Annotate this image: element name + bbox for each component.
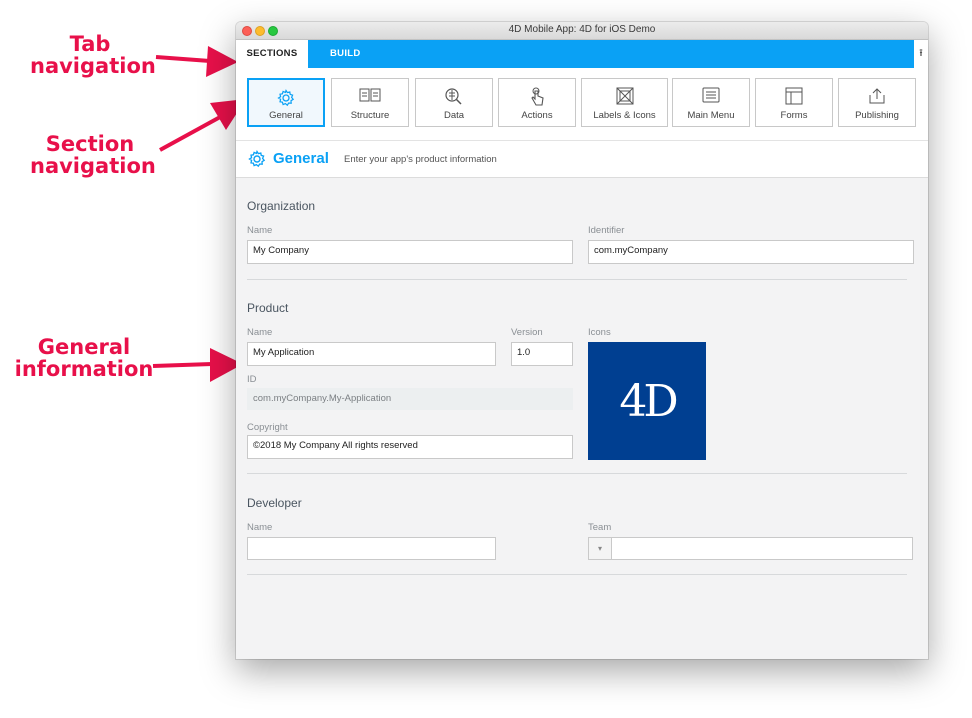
window-title: 4D Mobile App: 4D for iOS Demo	[508, 24, 656, 35]
section-general-button[interactable]: General	[247, 78, 325, 127]
org-name-label: Name	[247, 225, 273, 236]
identifier-label: Identifier	[588, 225, 625, 236]
tab-bar: SECTIONS BUILD ⭱	[236, 40, 928, 68]
section-actions-button[interactable]: Actions	[498, 78, 576, 127]
section-label: Structure	[350, 110, 390, 121]
copyright-field[interactable]: ©2018 My Company All rights reserved	[247, 435, 573, 459]
section-publishing-button[interactable]: Publishing	[838, 78, 916, 127]
tap-hand-icon	[499, 87, 575, 106]
page-title: General	[273, 150, 329, 167]
divider	[247, 574, 907, 575]
section-label: Main Menu	[687, 110, 735, 121]
chevron-down-icon[interactable]: ▾	[588, 537, 612, 560]
section-data-button[interactable]: Data	[415, 78, 493, 127]
page-subtitle: Enter your app's product information	[344, 154, 497, 165]
version-field[interactable]: 1.0	[511, 342, 573, 366]
id-label: ID	[247, 374, 257, 385]
product-name-label: Name	[247, 327, 273, 338]
section-forms-button[interactable]: Forms	[755, 78, 833, 127]
developer-name-label: Name	[247, 522, 273, 533]
section-label: Labels & Icons	[593, 110, 656, 121]
section-label: Forms	[780, 110, 808, 121]
structure-icon	[332, 87, 408, 105]
section-label: Data	[443, 110, 465, 121]
tab-build[interactable]: BUILD	[330, 40, 361, 68]
logo-text: 4D	[619, 375, 678, 427]
data-search-icon	[416, 87, 492, 105]
forms-icon	[756, 87, 832, 105]
developer-heading: Developer	[247, 496, 302, 510]
divider	[247, 473, 907, 474]
identifier-field[interactable]: com.myCompany	[588, 240, 914, 264]
app-window: 4D Mobile App: 4D for iOS Demo SECTIONS …	[236, 22, 928, 659]
section-label: General	[269, 110, 303, 121]
section-main-menu-button[interactable]: Main Menu	[672, 78, 750, 127]
arrow-general	[152, 362, 213, 368]
section-label: Actions	[521, 110, 553, 121]
page-header: General Enter your app's product informa…	[236, 140, 928, 178]
product-heading: Product	[247, 301, 289, 315]
divider	[247, 279, 907, 280]
general-form: Organization Name My Company Identifier …	[236, 178, 928, 658]
gear-icon	[249, 88, 323, 107]
title-bar: 4D Mobile App: 4D for iOS Demo	[236, 22, 928, 40]
copyright-label: Copyright	[247, 422, 288, 433]
menu-icon	[673, 87, 749, 105]
labels-icons-icon	[582, 87, 667, 105]
section-navigation: General Structure Data Actions Labels & …	[236, 68, 928, 140]
section-structure-button[interactable]: Structure	[331, 78, 409, 127]
icons-label: Icons	[588, 327, 611, 338]
organization-heading: Organization	[247, 199, 316, 213]
team-field[interactable]	[611, 537, 913, 560]
app-icon-image[interactable]: 4D	[588, 342, 706, 460]
gear-icon	[247, 149, 267, 174]
product-name-field[interactable]: My Application	[247, 342, 496, 366]
arrow-tab-head	[206, 46, 238, 77]
arrow-tab	[155, 55, 211, 63]
upload-icon[interactable]: ⭱	[914, 40, 928, 68]
version-label: Version	[511, 327, 543, 338]
team-label: Team	[588, 522, 612, 533]
developer-name-field[interactable]	[247, 537, 496, 560]
publish-icon	[839, 87, 915, 105]
bundle-id-field: com.myCompany.My-Application	[247, 388, 573, 410]
tab-sections[interactable]: SECTIONS	[236, 40, 308, 68]
org-name-field[interactable]: My Company	[247, 240, 573, 264]
arrow-section	[159, 114, 223, 152]
section-label: Publishing	[855, 110, 899, 121]
section-labels-icons-button[interactable]: Labels & Icons	[581, 78, 668, 127]
